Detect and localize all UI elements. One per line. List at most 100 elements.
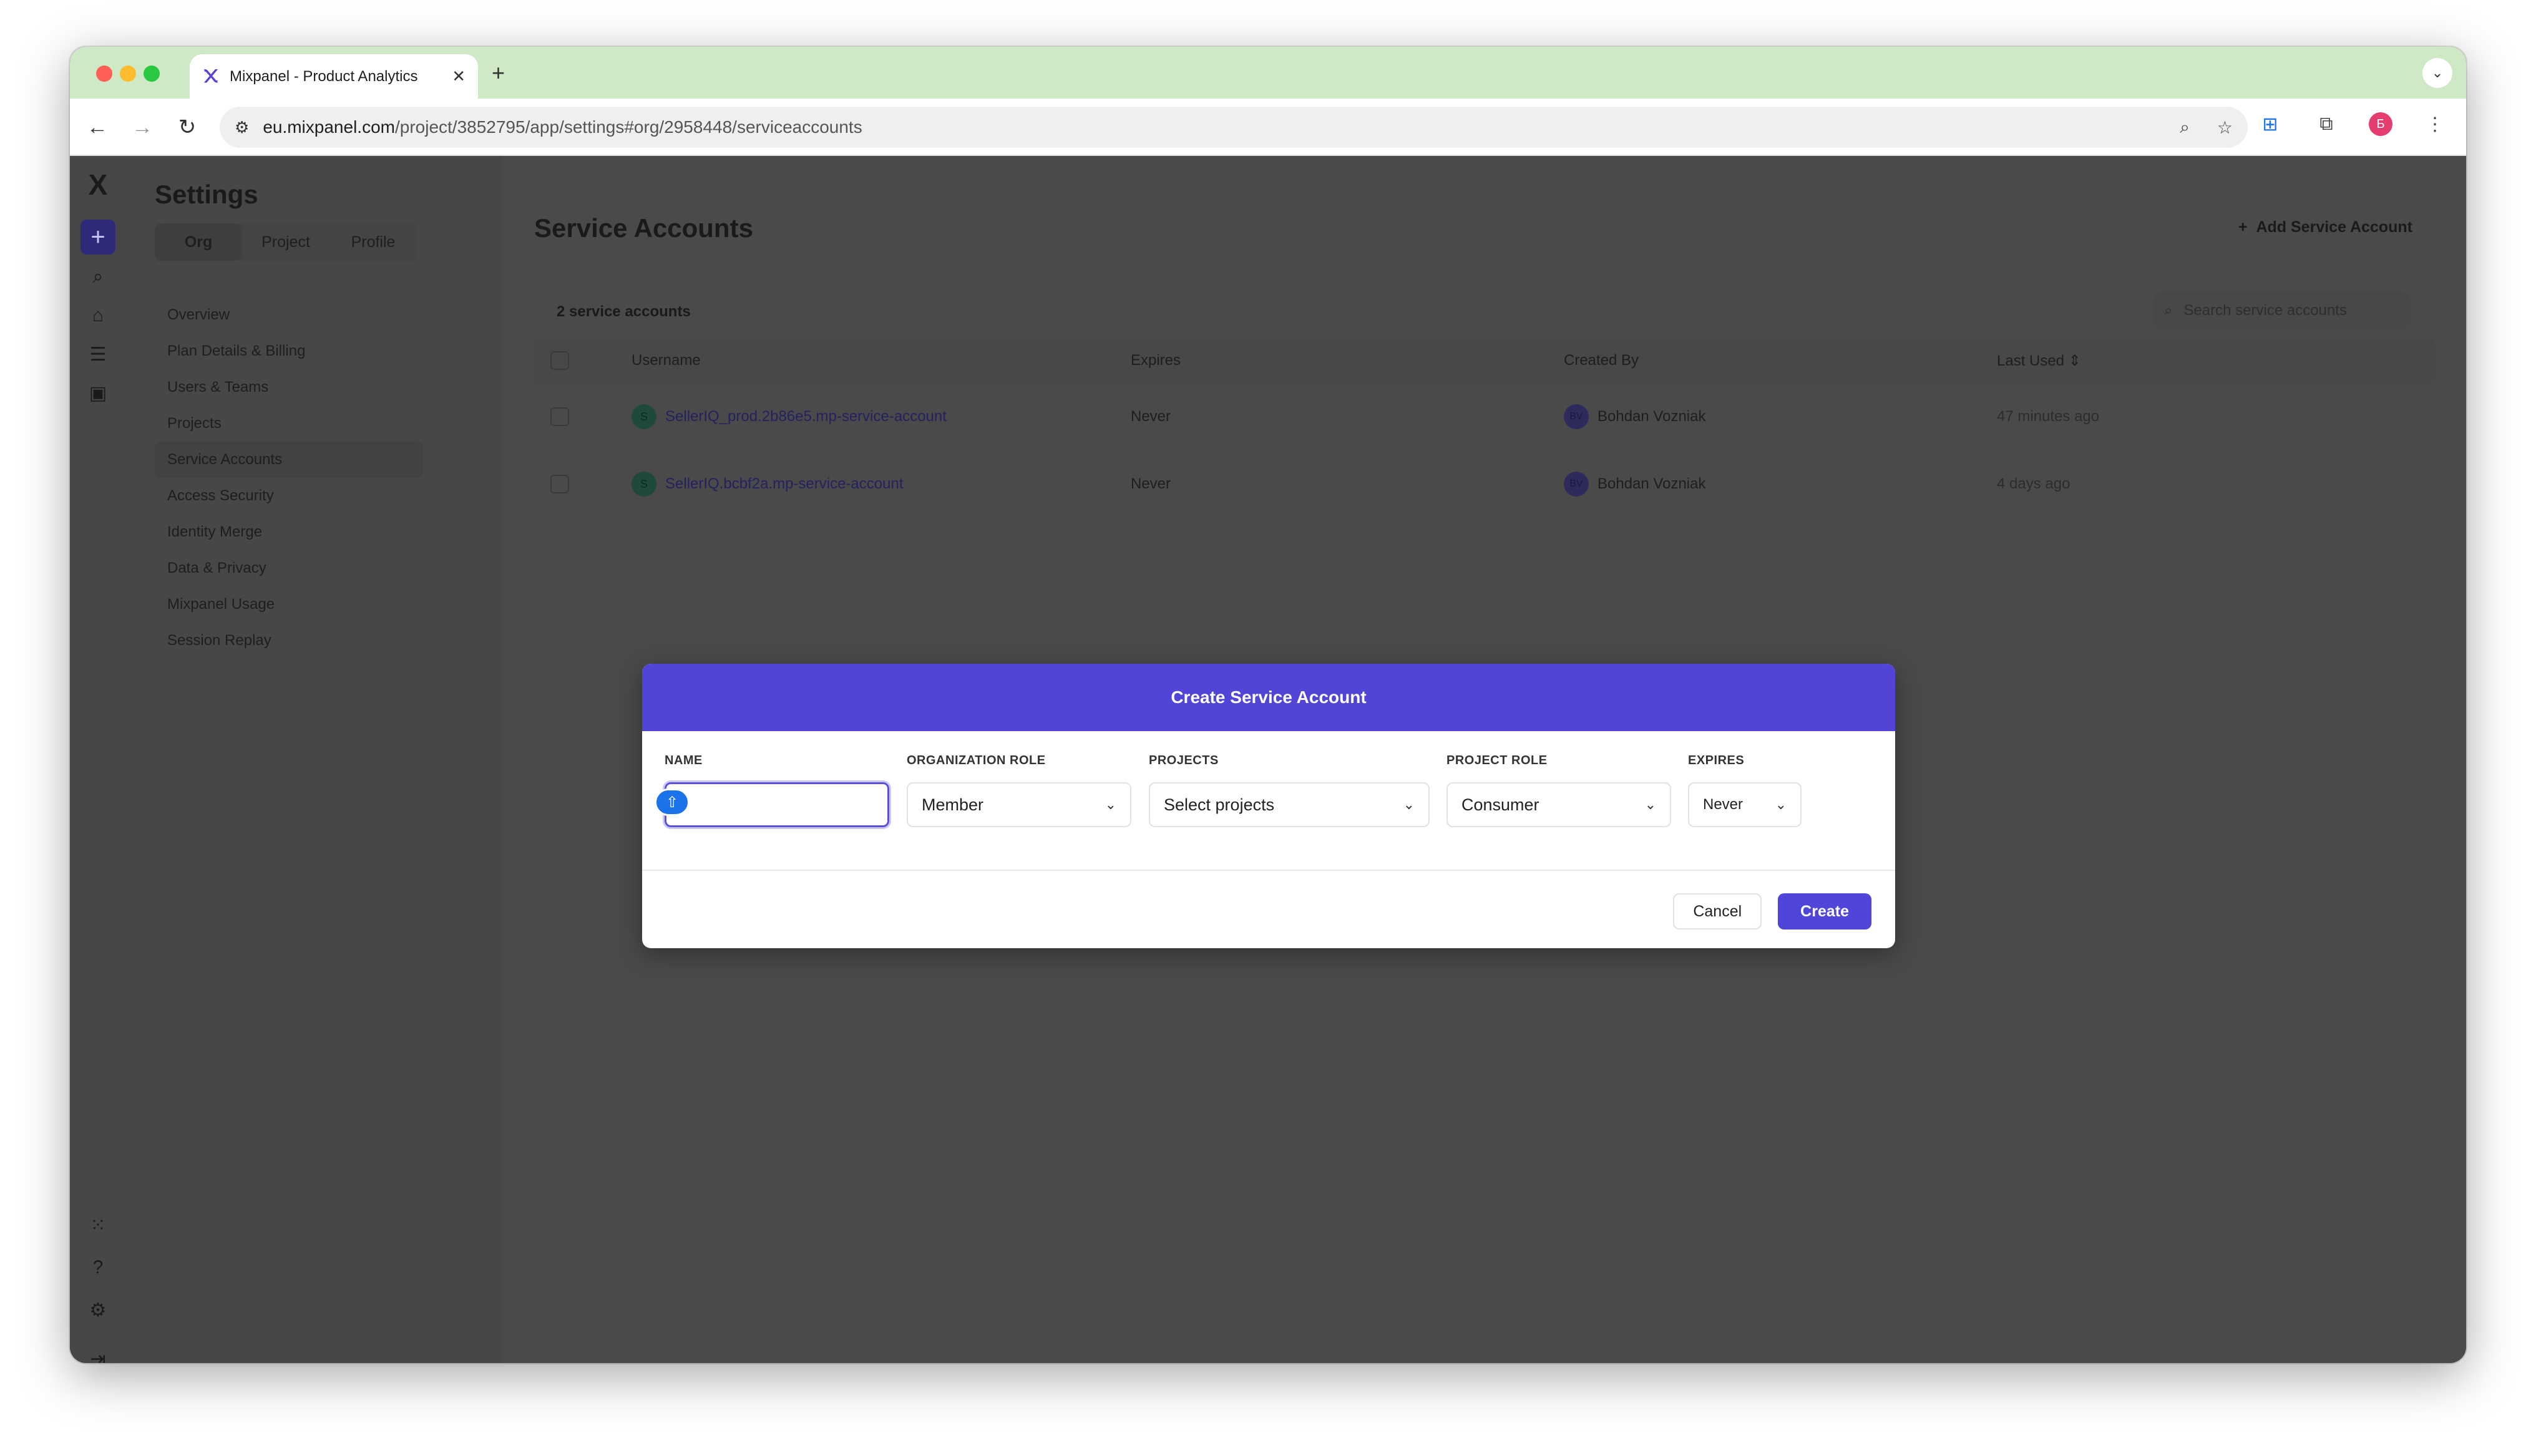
maximize-window-button[interactable]	[144, 66, 160, 82]
translate-icon[interactable]: ⊞	[2256, 114, 2284, 135]
back-arrow-icon[interactable]: ←	[82, 112, 112, 142]
tab-search-button[interactable]: ⌄	[2422, 58, 2452, 88]
row-checkbox[interactable]	[550, 475, 569, 493]
nav-item-data-privacy[interactable]: Data & Privacy	[155, 550, 423, 586]
nav-item-overview[interactable]: Overview	[155, 297, 423, 333]
table-row[interactable]: S SellerIQ_prod.2b86e5.mp-service-accoun…	[534, 383, 2435, 450]
last-used-cell: 47 minutes ago	[1997, 408, 2100, 425]
nav-item-users-teams[interactable]: Users & Teams	[155, 369, 423, 405]
profile-avatar[interactable]: Б	[2369, 112, 2392, 136]
reload-icon[interactable]: ↻	[172, 112, 202, 142]
nav-item-mixpanel-usage[interactable]: Mixpanel Usage	[155, 586, 423, 623]
create-new-icon[interactable]: +	[80, 220, 115, 255]
minimize-window-button[interactable]	[120, 66, 136, 82]
zoom-icon[interactable]: ⌕	[2180, 117, 2190, 138]
tab-strip: ᙭ Mixpanel - Product Analytics ✕ + ⌄	[70, 47, 2466, 99]
row-checkbox[interactable]	[550, 407, 569, 426]
settings-tabs: Org Project Profile	[155, 223, 417, 261]
avatar: S	[632, 472, 656, 497]
project-role-field: PROJECT ROLE Consumer ⌄	[1446, 754, 1671, 827]
org-role-select[interactable]: Member ⌄	[907, 782, 1131, 827]
nav-item-service-accounts[interactable]: Service Accounts	[155, 442, 423, 478]
search-service-accounts-input[interactable]: ⌕ Search service accounts	[2154, 292, 2410, 329]
help-icon[interactable]: ?	[83, 1253, 113, 1283]
toolbar-icons: ⊞ ⧉ Б ⋮	[2256, 112, 2449, 136]
tab-org[interactable]: Org	[155, 223, 242, 261]
url-text[interactable]: eu.mixpanel.com/project/3852795/app/sett…	[263, 117, 2180, 137]
username-link[interactable]: SellerIQ.bcbf2a.mp-service-account	[665, 475, 904, 493]
expires-field: EXPIRES Never ⌄	[1688, 754, 1802, 827]
table-row[interactable]: S SellerIQ.bcbf2a.mp-service-account Nev…	[534, 450, 2435, 518]
home-icon[interactable]: ⌂	[83, 301, 113, 331]
browser-tab[interactable]: ᙭ Mixpanel - Product Analytics ✕	[190, 54, 478, 99]
created-by-name: Bohdan Vozniak	[1597, 408, 1706, 425]
column-username[interactable]: Username	[632, 352, 1131, 369]
nav-item-projects[interactable]: Projects	[155, 405, 423, 442]
row-username-cell: S SellerIQ_prod.2b86e5.mp-service-accoun…	[632, 404, 1131, 429]
new-tab-button[interactable]: +	[492, 61, 505, 85]
site-info-icon[interactable]: ⚙	[235, 118, 249, 137]
nav-item-identity-merge[interactable]: Identity Merge	[155, 514, 423, 550]
create-button[interactable]: Create	[1778, 893, 1871, 929]
close-window-button[interactable]	[96, 66, 112, 82]
chevron-down-icon: ⌄	[1403, 797, 1415, 812]
search-placeholder: Search service accounts	[2183, 302, 2347, 319]
url-host: eu.mixpanel.com	[263, 117, 395, 137]
projects-field: PROJECTS Select projects ⌄	[1149, 754, 1430, 827]
add-service-account-label: Add Service Account	[2256, 218, 2412, 236]
browser-menu-icon[interactable]: ⋮	[2421, 114, 2449, 135]
cancel-button[interactable]: Cancel	[1673, 893, 1762, 929]
org-role-field: ORGANIZATION ROLE Member ⌄	[907, 754, 1131, 827]
nav-item-access-security[interactable]: Access Security	[155, 478, 423, 514]
column-last-used-label: Last Used	[1997, 352, 2065, 369]
column-created-by[interactable]: Created By	[1564, 352, 1997, 369]
expires-label: EXPIRES	[1688, 754, 1745, 767]
created-by-cell: BV Bohdan Vozniak	[1564, 404, 1997, 429]
tab-close-icon[interactable]: ✕	[452, 67, 466, 86]
data-icon[interactable]: ☰	[83, 339, 113, 369]
mixpanel-logo-icon[interactable]: X	[83, 168, 113, 201]
name-input[interactable]	[665, 782, 889, 827]
projects-select[interactable]: Select projects ⌄	[1149, 782, 1430, 827]
nav-item-plan-billing[interactable]: Plan Details & Billing	[155, 333, 423, 369]
created-by-name: Bohdan Vozniak	[1597, 475, 1706, 492]
search-icon[interactable]: ⌕	[83, 262, 113, 292]
collapse-sidebar-icon[interactable]: ⇥	[83, 1344, 113, 1364]
column-last-used[interactable]: Last Used ⇕	[1997, 352, 2435, 370]
username-link[interactable]: SellerIQ_prod.2b86e5.mp-service-account	[665, 408, 947, 425]
apps-grid-icon[interactable]: ⁙	[83, 1210, 113, 1240]
password-manager-key-icon[interactable]: ⇧	[655, 789, 690, 816]
expires-select[interactable]: Never ⌄	[1688, 782, 1802, 827]
search-icon: ⌕	[2164, 302, 2173, 319]
modal-body: NAME ⇧ ORGANIZATION ROLE Member ⌄ PROJEC	[642, 731, 1895, 871]
project-role-select[interactable]: Consumer ⌄	[1446, 782, 1671, 827]
name-label: NAME	[665, 754, 703, 767]
select-all-checkbox[interactable]	[550, 351, 569, 370]
address-bar-actions: ⌕ ☆	[2180, 117, 2233, 138]
modal-footer: Cancel Create	[1673, 893, 1871, 929]
replay-icon[interactable]: ▣	[83, 378, 113, 408]
extensions-icon[interactable]: ⧉	[2313, 114, 2340, 135]
tab-title: Mixpanel - Product Analytics	[230, 67, 418, 85]
url-path: /project/3852795/app/settings#org/295844…	[394, 117, 862, 137]
avatar: S	[632, 404, 656, 429]
avatar: BV	[1564, 472, 1589, 497]
expires-cell: Never	[1131, 475, 1171, 492]
row-username-cell: S SellerIQ.bcbf2a.mp-service-account	[632, 472, 1131, 497]
service-account-count: 2 service accounts	[557, 303, 691, 320]
column-expires[interactable]: Expires	[1131, 352, 1564, 369]
table-header: Username Expires Created By Last Used ⇕	[534, 338, 2435, 383]
expires-value: Never	[1703, 796, 1744, 813]
address-bar[interactable]: ⚙ eu.mixpanel.com/project/3852795/app/se…	[220, 107, 2248, 148]
nav-item-session-replay[interactable]: Session Replay	[155, 623, 423, 659]
icon-rail: X + ⌕ ⌂ ☰ ▣ ⁙ ? ⚙ ⇥	[70, 156, 126, 1363]
bookmark-star-icon[interactable]: ☆	[2217, 117, 2233, 138]
settings-title: Settings	[155, 180, 258, 209]
add-service-account-button[interactable]: + Add Service Account	[2238, 218, 2412, 236]
tab-project[interactable]: Project	[242, 223, 329, 261]
forward-arrow-icon[interactable]: →	[127, 112, 157, 142]
tab-profile[interactable]: Profile	[329, 223, 417, 261]
settings-gear-icon[interactable]: ⚙	[83, 1295, 113, 1325]
created-by-cell: BV Bohdan Vozniak	[1564, 472, 1997, 497]
name-field: NAME ⇧	[655, 754, 889, 827]
